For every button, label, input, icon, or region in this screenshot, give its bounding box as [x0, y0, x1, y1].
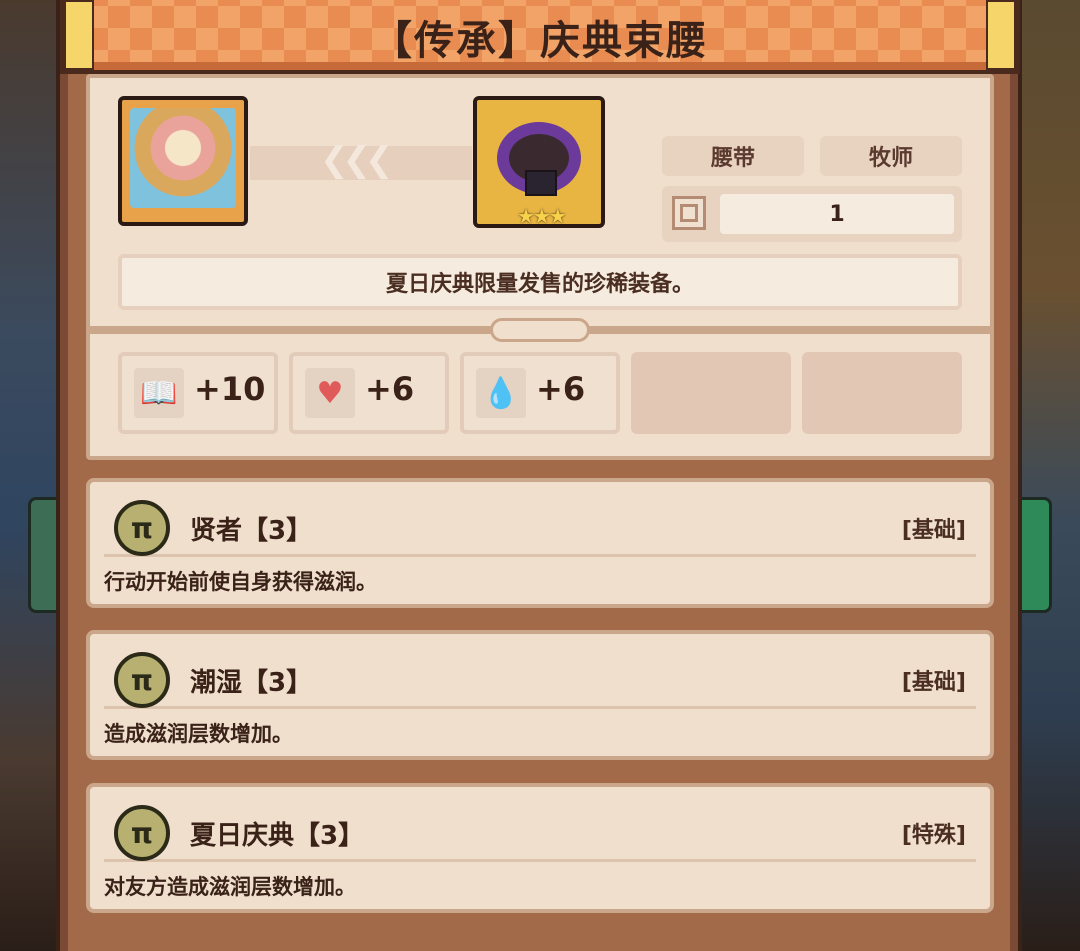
stat-slot-empty: [802, 352, 962, 434]
trait-description: 行动开始前使自身获得滋润。: [104, 570, 377, 594]
trait-card[interactable]: π 贤者【3】 [基础] 行动开始前使自身获得滋润。: [86, 478, 994, 608]
item-type-tag: 腰带: [662, 136, 804, 176]
trait-category: [特殊]: [901, 823, 966, 848]
star-rating-icon: ★★★: [517, 204, 567, 228]
character-portrait[interactable]: [118, 96, 248, 226]
stat-value: +6: [536, 370, 586, 408]
item-level-row: 1: [662, 186, 962, 242]
stat-value: +10: [194, 370, 266, 408]
trait-description: 对友方造成滋润层数增加。: [104, 875, 356, 899]
trait-category: [基础]: [901, 670, 966, 695]
stat-value: +6: [365, 370, 415, 408]
trait-name: 潮湿【3】: [190, 668, 313, 698]
portrait-image: [130, 108, 236, 208]
trait-header: π 贤者【3】 [基础]: [104, 492, 976, 557]
trait-name: 夏日庆典【3】: [190, 821, 365, 851]
trait-description: 造成滋润层数增加。: [104, 722, 293, 746]
item-level-value: 1: [720, 194, 954, 234]
item-class-tag: 牧师: [820, 136, 962, 176]
stat-slot-empty: [631, 352, 791, 434]
title-banner: 【传承】庆典束腰: [60, 0, 1020, 74]
belt-buckle: [525, 170, 557, 196]
book-icon: 📖: [134, 368, 184, 418]
trait-header: π 潮湿【3】 [基础]: [104, 644, 976, 709]
background-right: [1020, 0, 1080, 951]
trait-category: [基础]: [901, 518, 966, 543]
stat-slot[interactable]: ♥ +6: [289, 352, 449, 434]
background-left: [0, 0, 60, 951]
trait-name: 贤者【3】: [190, 516, 313, 546]
trait-badge-icon: π: [114, 652, 170, 708]
level-icon: [672, 196, 706, 230]
trait-header: π 夏日庆典【3】 [特殊]: [104, 797, 976, 862]
trait-badge-icon: π: [114, 805, 170, 861]
trait-badge-icon: π: [114, 500, 170, 556]
divider-ornament: [490, 318, 590, 342]
belt-icon[interactable]: ★★★: [473, 96, 605, 228]
water-drop-icon: 💧: [476, 368, 526, 418]
trait-card[interactable]: π 潮湿【3】 [基础] 造成滋润层数增加。: [86, 630, 994, 760]
stat-slot[interactable]: 📖 +10: [118, 352, 278, 434]
heart-icon: ♥: [305, 368, 355, 418]
transfer-arrows-icon: ❮❮❮: [320, 140, 394, 180]
stat-slot[interactable]: 💧 +6: [460, 352, 620, 434]
item-title: 【传承】庆典束腰: [372, 18, 708, 64]
item-description: 夏日庆典限量发售的珍稀装备。: [118, 254, 962, 310]
trait-card[interactable]: π 夏日庆典【3】 [特殊] 对友方造成滋润层数增加。: [86, 783, 994, 913]
